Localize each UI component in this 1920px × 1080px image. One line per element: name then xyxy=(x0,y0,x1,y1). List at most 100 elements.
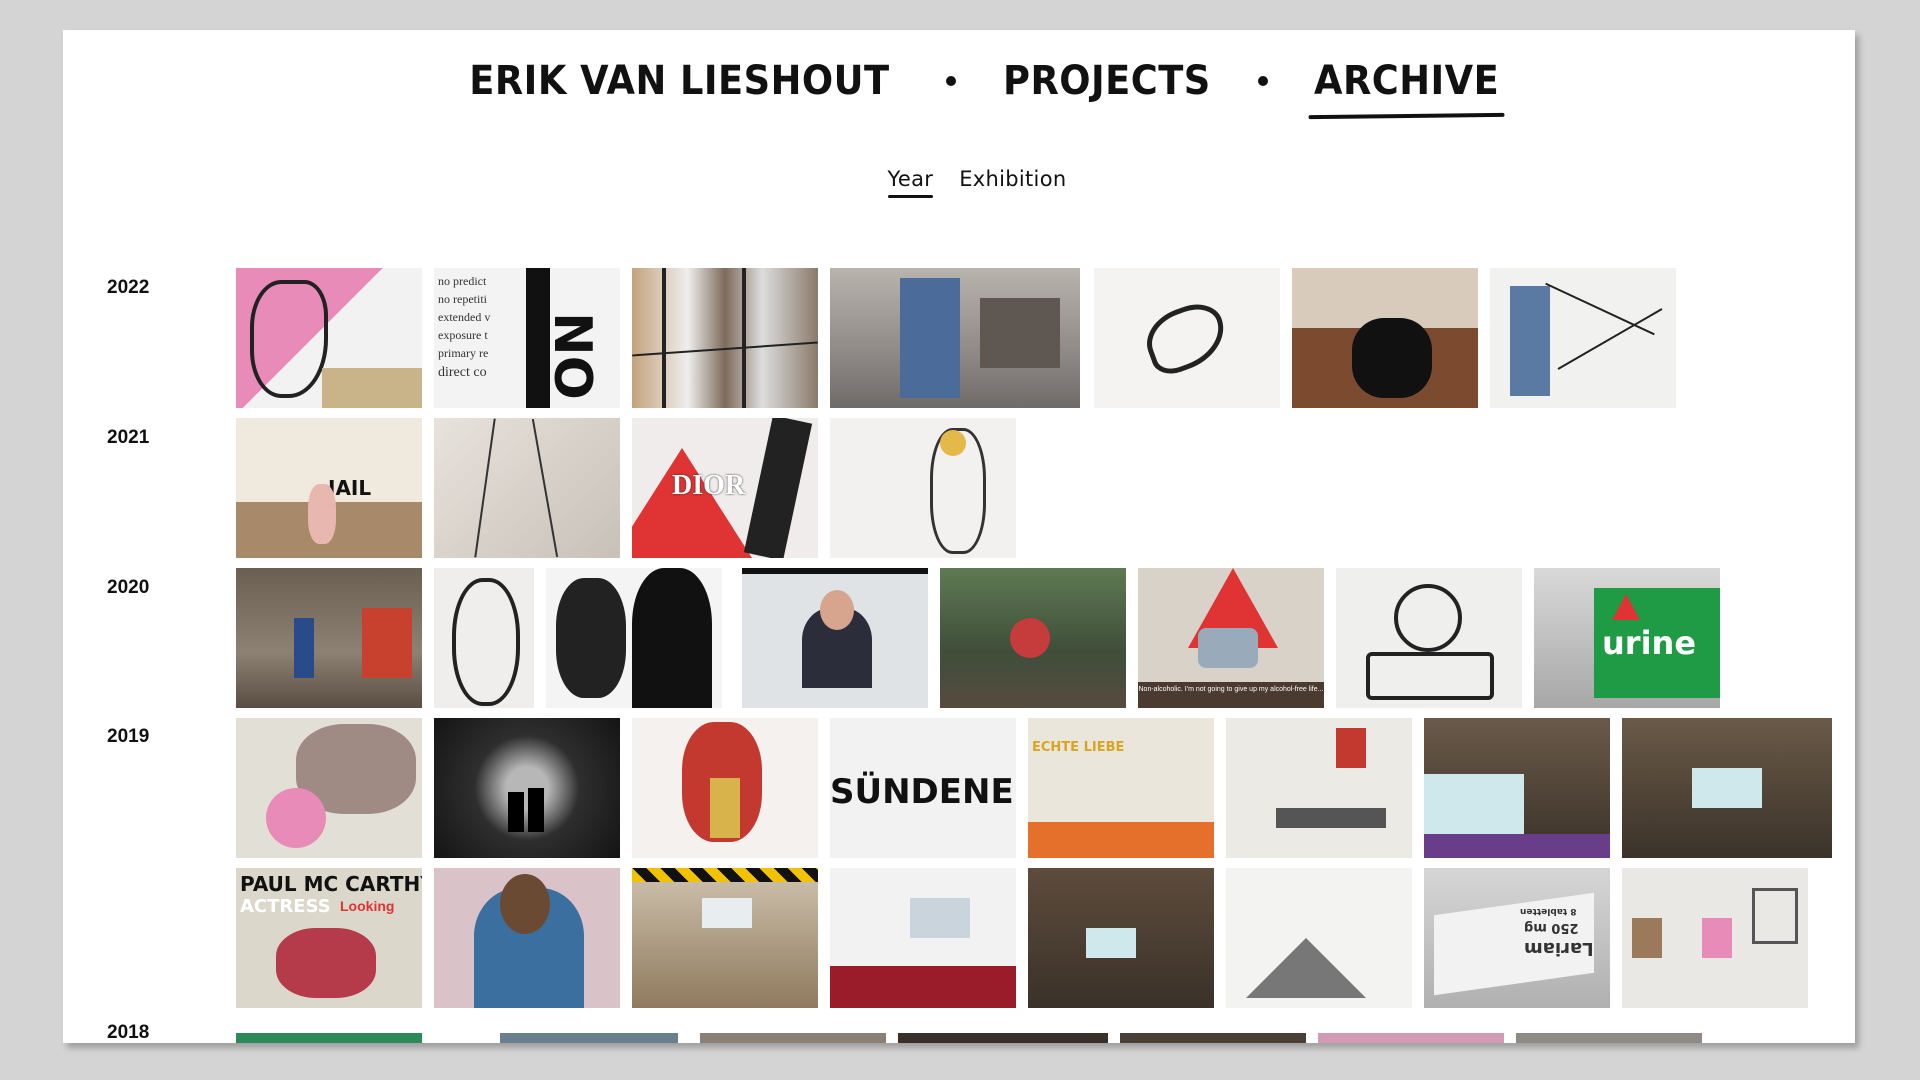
figure-shape xyxy=(294,618,314,678)
frame-shape xyxy=(1752,888,1798,944)
archive-filter-tabs: Year Exhibition xyxy=(63,167,1855,198)
thumbnail[interactable] xyxy=(1120,1033,1306,1043)
thumbnail[interactable] xyxy=(1226,868,1412,1008)
nav-erik-van-lieshout[interactable]: ERIK VAN LIESHOUT xyxy=(469,58,889,104)
thumbnail[interactable] xyxy=(1424,718,1610,858)
frame-shape xyxy=(1632,918,1662,958)
thumbnail[interactable] xyxy=(1028,868,1214,1008)
thumbnail[interactable]: DIOR xyxy=(632,418,818,558)
year-label-2021: 2021 xyxy=(107,427,150,448)
screen-shape xyxy=(1424,774,1524,834)
hazard-stripe xyxy=(632,868,818,882)
shelf-shape xyxy=(980,298,1060,368)
vitrine-shape xyxy=(1276,808,1386,828)
thumbnail[interactable]: PAUL MC CARTHY ACTRESS Looking xyxy=(236,868,422,1008)
thumbnail[interactable] xyxy=(546,568,722,708)
text-line: no repetiti xyxy=(438,292,487,306)
art-shape xyxy=(1336,728,1366,768)
tab-year[interactable]: Year xyxy=(887,167,934,198)
thumbnail[interactable] xyxy=(700,1033,886,1043)
thumbnail[interactable] xyxy=(236,268,422,408)
line-shape xyxy=(632,341,818,357)
lariam-tabs-text: 8 tabletten xyxy=(1520,906,1577,916)
thumbnail[interactable] xyxy=(830,418,1016,558)
thumbnail[interactable] xyxy=(1292,268,1478,408)
thumbnail[interactable]: Non-alcoholic. I'm not going to give up … xyxy=(1138,568,1324,708)
figure-shape xyxy=(276,928,376,998)
thumbnail[interactable] xyxy=(1318,1033,1504,1043)
thumbnail[interactable]: no predict no repetiti extended v exposu… xyxy=(434,268,620,408)
thumbnail[interactable] xyxy=(742,568,928,708)
screen-shape xyxy=(1692,768,1762,808)
line-shape xyxy=(531,418,559,558)
thumbnail[interactable] xyxy=(434,568,534,708)
thumbnail[interactable] xyxy=(632,268,818,408)
subtitle-text: Non-alcoholic. I'm not going to give up … xyxy=(1138,686,1324,693)
thumbnail[interactable] xyxy=(434,868,620,1008)
thumbnail[interactable] xyxy=(236,1033,422,1043)
figure-shape xyxy=(308,484,336,544)
big-no-text: NO xyxy=(542,312,603,400)
thumbnail[interactable] xyxy=(1226,718,1412,858)
archive-page: ERIK VAN LIESHOUT PROJECTS ARCHIVE Year … xyxy=(63,30,1855,1043)
text-line: direct co xyxy=(438,365,487,380)
thumbnail[interactable] xyxy=(830,868,1016,1008)
nav-separator-dot xyxy=(945,76,956,86)
text-line: primary re xyxy=(438,346,489,360)
figure-shape xyxy=(528,788,544,832)
dior-text: DIOR xyxy=(672,470,746,501)
head-shape xyxy=(820,590,854,630)
looking-text: Looking xyxy=(340,898,395,914)
text-line: extended v xyxy=(438,310,491,324)
thumbnail[interactable]: SÜNDENEI xyxy=(830,718,1016,858)
figure-shape xyxy=(556,578,626,698)
line-shape xyxy=(742,268,746,408)
thumbnail[interactable]: JAIL xyxy=(236,418,422,558)
star-shape xyxy=(1612,594,1640,620)
thumbnail[interactable] xyxy=(1094,268,1280,408)
main-nav: ERIK VAN LIESHOUT PROJECTS ARCHIVE xyxy=(63,58,1855,104)
platform-shape xyxy=(1028,822,1214,858)
table-shape xyxy=(322,368,422,408)
tab-exhibition[interactable]: Exhibition xyxy=(959,167,1066,191)
shelf-shape xyxy=(900,278,960,398)
figure-shape xyxy=(632,568,712,708)
year-label-2019: 2019 xyxy=(107,726,150,747)
lariam-text: Lariam xyxy=(1524,938,1594,959)
thumbnail[interactable] xyxy=(632,868,818,1008)
thumbnail[interactable] xyxy=(236,718,422,858)
actress-text: ACTRESS xyxy=(240,896,331,917)
thumbnail[interactable] xyxy=(830,268,1080,408)
thumbnail[interactable]: urine xyxy=(1534,568,1720,708)
figure-drawing xyxy=(452,578,520,706)
thumbnail[interactable] xyxy=(632,718,818,858)
thumbnail[interactable] xyxy=(1516,1033,1702,1043)
text-line: exposure t xyxy=(438,328,488,342)
lariam-dose-text: 250 mg xyxy=(1524,920,1579,935)
box-drawing xyxy=(1366,652,1494,700)
figure-shape xyxy=(1510,286,1550,396)
thumbnail[interactable] xyxy=(500,1033,678,1043)
border-shape xyxy=(742,568,928,574)
thumbnail[interactable] xyxy=(898,1033,1108,1043)
urine-text: urine xyxy=(1602,624,1697,662)
thumbnail[interactable] xyxy=(434,718,620,858)
nav-archive[interactable]: ARCHIVE xyxy=(1314,58,1499,104)
thumbnail[interactable]: Lariam 250 mg 8 tabletten xyxy=(1424,868,1610,1008)
thumbnail[interactable] xyxy=(1490,268,1676,408)
screen-shape xyxy=(1086,928,1136,958)
thumbnail[interactable] xyxy=(940,568,1126,708)
nav-separator-dot xyxy=(1257,76,1268,86)
star-shape xyxy=(632,448,752,558)
thumbnail[interactable]: ECHTE LIEBE xyxy=(1028,718,1214,858)
thumbnail[interactable] xyxy=(1622,718,1832,858)
screen-shape xyxy=(910,898,970,938)
thumbnail[interactable] xyxy=(434,418,620,558)
figure-shape xyxy=(508,792,524,832)
thumbnail[interactable] xyxy=(236,568,422,708)
year-label-2022: 2022 xyxy=(107,277,150,298)
nav-projects[interactable]: PROJECTS xyxy=(1003,58,1211,104)
mccarthy-text: PAUL MC CARTHY xyxy=(240,872,422,896)
thumbnail[interactable] xyxy=(1622,868,1808,1008)
thumbnail[interactable] xyxy=(1336,568,1522,708)
